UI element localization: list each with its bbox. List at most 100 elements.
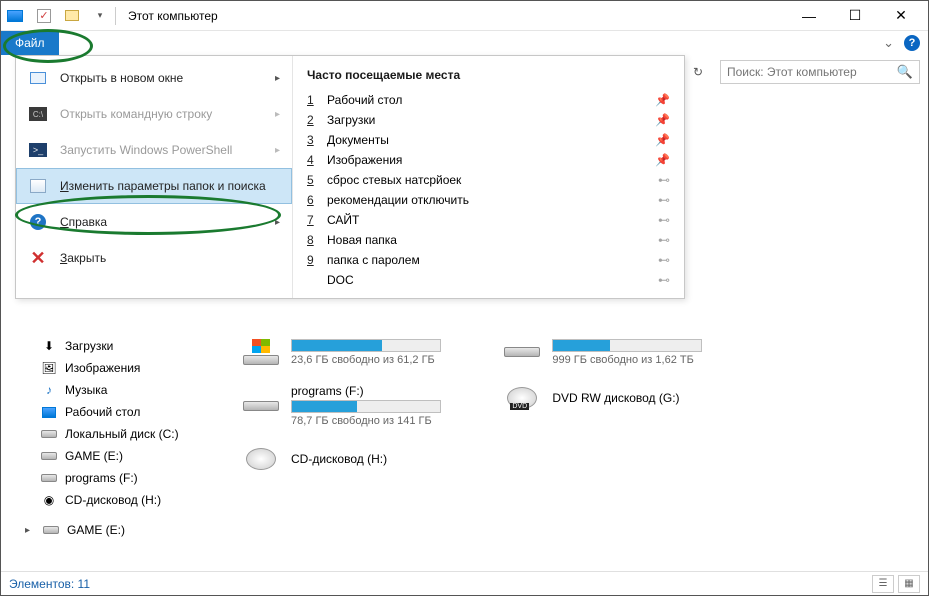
window-title: Этот компьютер [128,9,218,23]
freq-label: папка с паролем [327,253,648,267]
maximize-button[interactable]: ☐ [832,2,878,30]
freq-index: 2 [307,113,317,127]
freq-index: 1 [307,93,317,107]
frequent-item[interactable]: 3Документы📌 [293,130,684,150]
pin-icon[interactable]: 📌 [655,93,670,107]
tree-item-label: GAME (E:) [65,449,123,463]
pin-icon[interactable]: 📌 [655,133,670,147]
pin-icon[interactable]: 📌 [655,153,670,167]
search-input[interactable] [727,65,897,79]
powershell-icon: >_ [28,140,48,160]
tree-item-label: Музыка [65,383,107,397]
drive-icon [241,338,281,366]
file-menu-commands: Открыть в новом окне ▸ C:\ Открыть коман… [16,56,292,298]
cmd-help[interactable]: ? СправкаСправка ▸ [16,204,292,240]
drives-view: 23,6 ГБ свободно из 61,2 ГБ 999 ГБ свобо… [241,337,920,491]
frequent-item[interactable]: 8Новая папка⊷ [293,230,684,250]
frequent-item[interactable]: 4Изображения📌 [293,150,684,170]
view-details-button[interactable]: ☰ [872,575,894,593]
pictures-icon: 🖼 [41,360,57,376]
frequent-item[interactable]: 6 рекомендации отключить ⊷ [293,190,684,210]
refresh-button[interactable]: ↻ [684,58,712,86]
drive-icon [241,392,281,420]
cd-icon: ◉ [41,492,57,508]
frequent-item[interactable]: 5 сброс стевых натсрйоек ⊷ [293,170,684,190]
quick-access-toolbar: ✓ ▾ [33,5,111,27]
drive-item[interactable]: 999 ГБ свободно из 1,62 ТБ [502,337,760,366]
tree-item[interactable]: GAME (E:) [15,445,215,467]
frequent-item[interactable]: 1 Рабочий стол 📌 [293,90,684,110]
frequent-item[interactable]: DOC⊷ [293,270,684,290]
this-pc-icon [5,6,25,26]
qat-dropdown[interactable]: ▾ [89,5,111,27]
window-icon [28,68,48,88]
tree-item-label: GAME (E:) [67,523,125,537]
drive-name: programs (F:) [291,384,499,398]
cmd-open-cmd: C:\ Открыть командную строку ▸ [16,96,292,132]
titlebar: ✓ ▾ Этот компьютер — ☐ ✕ [1,1,928,31]
close-x-icon: ✕ [28,248,48,268]
storage-bar [291,400,441,413]
submenu-arrow-icon: ▸ [275,109,280,120]
pin-icon[interactable]: ⊷ [658,233,670,247]
tree-item[interactable]: Рабочий стол [15,401,215,423]
minimize-button[interactable]: — [786,2,832,30]
tree-item[interactable]: 🖼 Изображения [15,357,215,379]
freq-label: рекомендации отключить [327,193,648,207]
view-icons-button[interactable]: ▦ [898,575,920,593]
freq-label: Загрузки [327,113,645,127]
pin-icon[interactable]: ⊷ [658,173,670,187]
folder-tree: ⬇ Загрузки 🖼 Изображения ♪ Музыка Рабочи… [15,335,215,541]
window-controls: — ☐ ✕ [786,2,924,30]
freq-index: 6 [307,193,317,207]
tree-item[interactable]: ▸ GAME (E:) [15,519,215,541]
frequent-item[interactable]: 7САЙТ⊷ [293,210,684,230]
drive-icon [41,426,57,442]
tree-item[interactable]: ⬇ Загрузки [15,335,215,357]
freq-label: Рабочий стол [327,93,645,107]
desktop-icon [41,404,57,420]
freq-index: 5 [307,173,317,187]
tree-item[interactable]: Локальный диск (C:) [15,423,215,445]
pin-icon[interactable]: 📌 [655,113,670,127]
dvd-icon: DVD [502,384,542,412]
tree-item[interactable]: programs (F:) [15,467,215,489]
close-button[interactable]: ✕ [878,2,924,30]
pin-icon[interactable]: ⊷ [658,213,670,227]
tree-item-label: Локальный диск (C:) [65,427,179,441]
ribbon-collapse-chevron-icon[interactable]: ⌄ [883,35,894,51]
pin-icon[interactable]: ⊷ [658,273,670,287]
cmd-open-new-window[interactable]: Открыть в новом окне ▸ [16,60,292,96]
help-circle-icon: ? [28,212,48,232]
search-box[interactable]: 🔍 [720,60,920,84]
tree-item[interactable]: ◉ CD-дисковод (H:) [15,489,215,511]
frequent-item[interactable]: 2 Загрузки 📌 [293,110,684,130]
freq-label: сброс стевых натсрйоек [327,173,648,187]
tree-item[interactable]: ♪ Музыка [15,379,215,401]
file-tab[interactable]: Файл [1,31,59,55]
cmd-icon: C:\ [28,104,48,124]
file-menu: Открыть в новом окне ▸ C:\ Открыть коман… [15,55,685,299]
pin-icon[interactable]: ⊷ [658,193,670,207]
drive-item[interactable]: 23,6 ГБ свободно из 61,2 ГБ [241,337,499,366]
cmd-close[interactable]: ✕ ЗакрытьЗакрыть [16,240,292,276]
drive-item[interactable]: DVD DVD RW дисковод (G:) [502,384,760,412]
frequent-item[interactable]: 9папка с паролем⊷ [293,250,684,270]
freq-label: Изображения [327,153,645,167]
drive-subtitle: 999 ГБ свободно из 1,62 ТБ [552,354,760,366]
expand-arrow-icon[interactable]: ▸ [25,525,35,536]
cd-icon [241,445,281,473]
drive-item[interactable]: programs (F:) 78,7 ГБ свободно из 141 ГБ [241,384,499,427]
drive-subtitle: 78,7 ГБ свободно из 141 ГБ [291,415,499,427]
drive-icon [502,338,542,366]
music-icon: ♪ [41,382,57,398]
pin-icon[interactable]: ⊷ [658,253,670,267]
search-icon: 🔍 [897,64,913,80]
cmd-folder-options[interactable]: ИИзменить параметры папок и поисказменит… [16,168,292,204]
drive-item[interactable]: CD-дисковод (H:) [241,445,499,473]
help-icon[interactable]: ? [904,35,920,51]
options-icon [28,176,48,196]
tree-item-label: programs (F:) [65,471,138,485]
qat-properties[interactable]: ✓ [33,5,55,27]
qat-new-folder[interactable] [61,5,83,27]
